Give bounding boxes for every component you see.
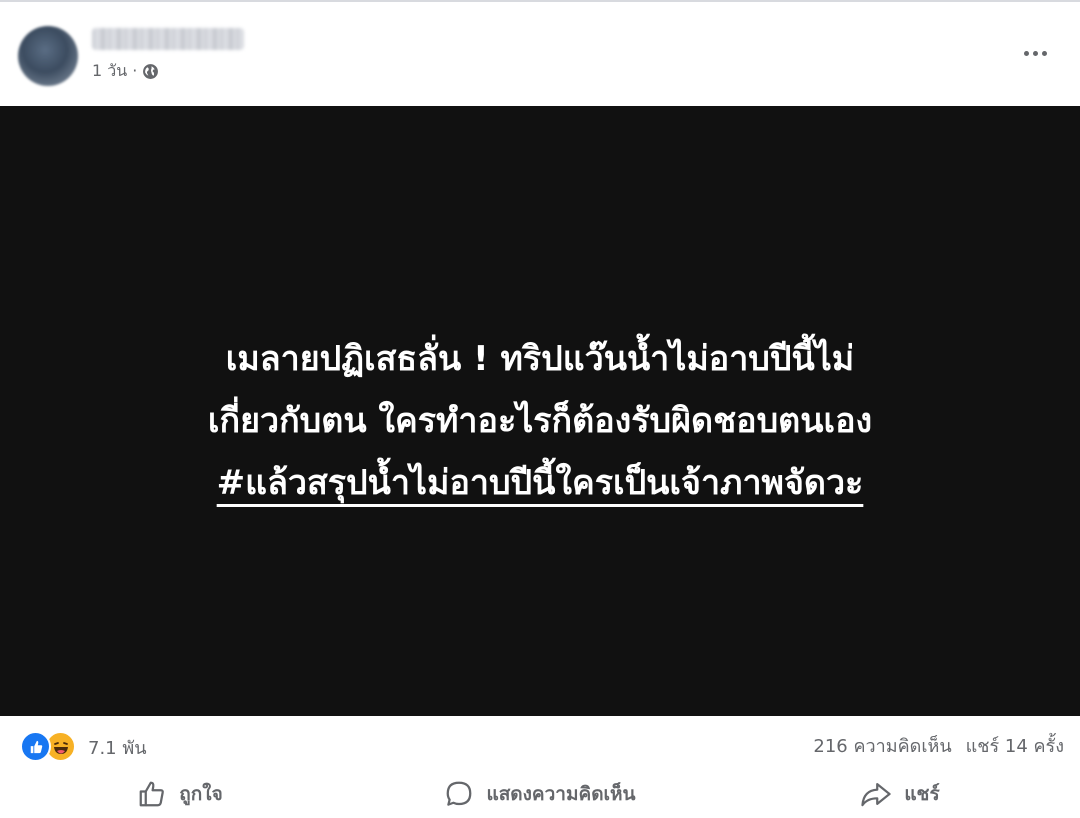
- image-text: เมลายปฏิเสธลั่น ! ทริปแว๊นน้ำไม่อาบปีนี้…: [30, 328, 1050, 514]
- like-button[interactable]: ถูกใจ: [0, 770, 360, 818]
- image-text-line-1: เมลายปฏิเสธลั่น ! ทริปแว๊นน้ำไม่อาบปีนี้…: [225, 339, 855, 379]
- share-count[interactable]: แชร์ 14 ครั้ง: [966, 731, 1064, 760]
- post-stats: 7.1 พัน 216 ความคิดเห็น แชร์ 14 ครั้ง: [0, 716, 1080, 772]
- post-meta: 1 วัน ·: [92, 59, 159, 83]
- image-text-hashtag: #แล้วสรุปน้ำไม่อาบปีนี้ใครเป็นเจ้าภาพจัด…: [216, 463, 864, 503]
- like-reaction-icon: [20, 731, 51, 762]
- post-header: 1 วัน ·: [0, 2, 1080, 104]
- image-text-line-2: เกี่ยวกับตน ใครทำอะไรก็ต้องรับผิดชอบตนเอ…: [207, 401, 873, 441]
- author-avatar[interactable]: [18, 26, 78, 86]
- share-icon: [861, 783, 891, 807]
- comment-button[interactable]: แสดงความคิดเห็น: [360, 770, 720, 818]
- post-time[interactable]: 1 วัน ·: [92, 59, 137, 84]
- comment-count[interactable]: 216 ความคิดเห็น: [813, 731, 951, 760]
- post-image[interactable]: เมลายปฏิเสธลั่น ! ทริปแว๊นน้ำไม่อาบปีนี้…: [0, 106, 1080, 716]
- comment-icon: [447, 781, 472, 806]
- post-card: 1 วัน · เมลายปฏิเสธลั่น ! ทริปแว๊นน้ำไม่…: [0, 0, 1080, 818]
- action-bar: ถูกใจ แสดงความคิดเห็น แชร์: [0, 770, 1080, 818]
- globe-icon[interactable]: [142, 63, 159, 80]
- comment-label: แสดงความคิดเห็น: [486, 783, 636, 805]
- share-label: แชร์: [904, 783, 940, 805]
- engagement-counts: 216 ความคิดเห็น แชร์ 14 ครั้ง: [813, 731, 1064, 760]
- reaction-count[interactable]: 7.1 พัน: [88, 733, 147, 762]
- author-name-blurred[interactable]: [92, 28, 244, 50]
- more-options-icon[interactable]: [1020, 38, 1050, 68]
- thumbs-up-icon: [139, 781, 165, 807]
- share-button[interactable]: แชร์: [720, 770, 1080, 818]
- reaction-icons[interactable]: [20, 731, 76, 762]
- like-label: ถูกใจ: [179, 783, 223, 805]
